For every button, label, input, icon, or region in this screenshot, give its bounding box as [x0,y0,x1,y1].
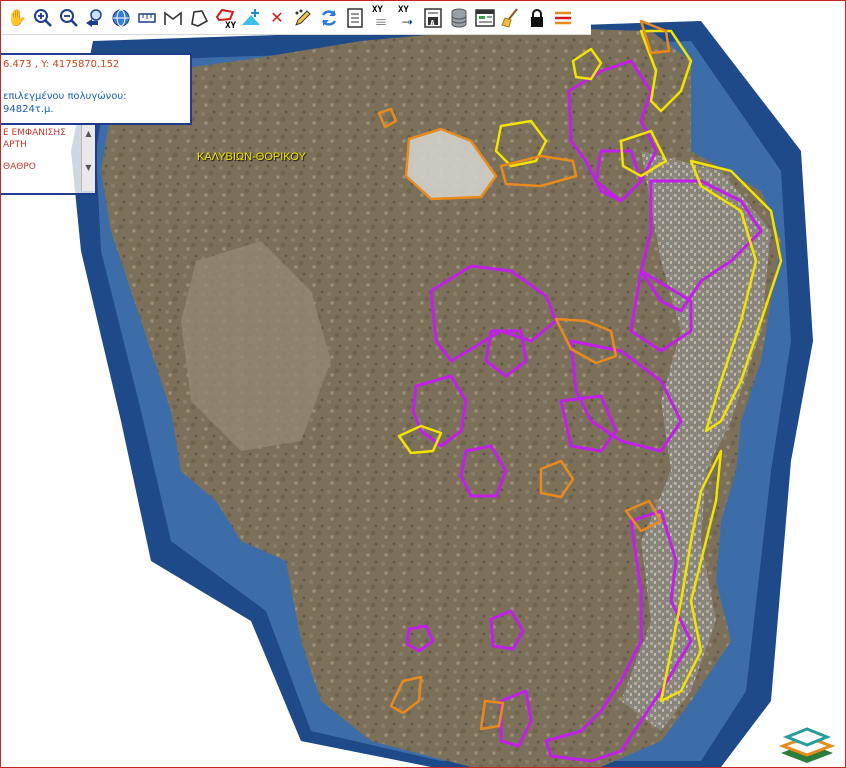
layer-item[interactable]: ΑΡΤΗ [3,140,27,150]
window-table-icon [475,8,495,27]
app-frame: ΚΑΛΥΒΙΩΝ-ΘΟΡΙΚΟΥ ✋ XY ✕ XY XY A 6.473 , … [0,0,846,768]
text-tool-button[interactable]: A [421,5,445,31]
area-value: 94824τ.μ. [3,104,54,115]
coordinates-readout: 6.473 , Y: 4175870.152 [3,59,120,70]
database-tool-button[interactable] [447,5,471,31]
xy-table-tool-button[interactable]: XY [369,5,393,31]
xy-label: XY [225,20,236,31]
zoom-in-tool-button[interactable] [31,5,55,31]
measure-angle-tool-button[interactable] [161,5,185,31]
delete-tool-button[interactable]: ✕ [265,5,289,31]
pan-tool-button[interactable]: ✋ [5,5,29,31]
layer-panel: Ε ΕΜΦΑΝΙΣΗΣ ΑΡΤΗ ΘΑΘΡΟ ▲ ▼ [1,125,97,195]
polygon-icon [191,9,209,27]
edit-tool-button[interactable] [291,5,315,31]
hand-icon: ✋ [7,8,27,27]
close-icon: ✕ [270,8,284,27]
zoom-out-tool-button[interactable] [57,5,81,31]
toolbar: ✋ XY ✕ XY XY A [1,1,591,35]
database-icon [451,8,467,27]
refresh-icon [321,9,337,26]
add-point-icon [242,8,260,25]
lock-icon [531,8,543,27]
table-tool-button[interactable] [473,5,497,31]
globe-tool-button[interactable] [109,5,133,31]
zoom-extent-tool-button[interactable] [83,5,107,31]
broom-icon [501,7,518,28]
layers-tool-button[interactable] [551,5,575,31]
legend-tool-button[interactable] [343,5,367,31]
area-label: επιλεγμένου πολυγώνου: [3,91,127,102]
layer-item[interactable]: ΘΑΘΡΟ [3,162,36,172]
ruler-icon [138,12,156,23]
layers-logo [778,727,836,763]
xy-label: XY [372,4,383,15]
zoom-extent-icon [86,8,102,27]
layer-item[interactable]: Ε ΕΜΦΑΝΙΣΗΣ [3,128,66,138]
select-polygon-xy-tool-button[interactable]: XY [213,5,237,31]
chevron-down-icon[interactable]: ▼ [82,161,95,174]
xy-goto-tool-button[interactable]: XY [395,5,419,31]
clear-tool-button[interactable] [499,5,523,31]
xy-label: XY [398,4,409,15]
chevron-up-icon[interactable]: ▲ [82,127,95,140]
text-a-label: A [430,18,435,28]
pencil-icon [295,9,311,26]
globe-icon [112,9,130,26]
lock-tool-button[interactable] [525,5,549,31]
zoom-in-icon [34,8,52,27]
add-point-tool-button[interactable] [239,5,263,31]
document-list-icon [347,7,363,28]
measure-area-tool-button[interactable] [187,5,211,31]
refresh-tool-button[interactable] [317,5,341,31]
info-panel: 6.473 , Y: 4175870.152 επιλεγμένου πολυγ… [1,53,192,125]
municipality-label: ΚΑΛΥΒΙΩΝ-ΘΟΡΙΚΟΥ [197,151,306,163]
angle-icon [164,10,182,25]
layer-scrollbar[interactable]: ▲ ▼ [81,125,95,191]
zoom-out-icon [60,8,78,27]
arrow-right-icon [402,19,413,24]
table-lines-icon [376,18,386,25]
measure-distance-tool-button[interactable] [135,5,159,31]
menu-lines-icon [555,11,571,24]
